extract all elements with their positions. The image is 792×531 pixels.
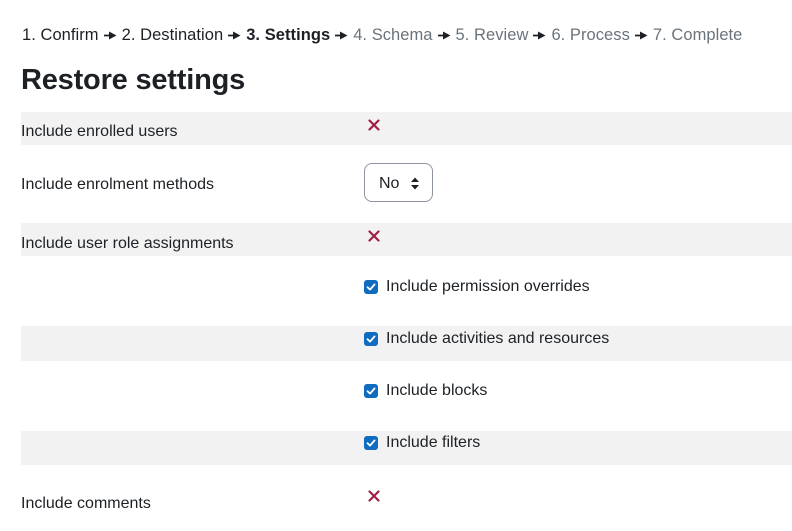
flag-arrow-icon	[103, 26, 117, 45]
checkmark-icon	[366, 439, 376, 447]
sort-arrows-icon	[411, 177, 419, 190]
step-destination: 2. Destination	[121, 26, 224, 44]
setting-row-enrolment-methods: Include enrolment methods No	[21, 162, 792, 206]
cross-icon	[368, 119, 380, 131]
flag-arrow-icon	[228, 26, 241, 45]
setting-row-enrolled-users: Include enrolled users	[21, 112, 792, 145]
filters-checkbox[interactable]	[364, 436, 378, 450]
setting-label: Include enrolment methods	[21, 176, 214, 193]
step-schema: 4. Schema	[353, 26, 433, 44]
restore-page: 1. Confirm 2. Destination 3. Settings 4. Sc…	[0, 0, 792, 531]
checkbox-label[interactable]: Include filters	[386, 434, 480, 452]
setting-row-comments: Include comments	[21, 483, 792, 523]
setting-row-blocks: Include blocks	[21, 378, 792, 411]
step-confirm: 1. Confirm	[22, 26, 99, 44]
flag-arrow-icon	[437, 26, 451, 45]
activities-checkbox[interactable]	[364, 332, 378, 346]
step-settings: 3. Settings	[246, 26, 331, 44]
step-review: 5. Review	[455, 26, 529, 44]
flag-arrow-icon	[533, 26, 546, 45]
page-title: Restore settings	[21, 64, 246, 96]
checkbox-label[interactable]: Include activities and resources	[386, 330, 609, 348]
checkbox-label[interactable]: Include permission overrides	[386, 278, 590, 296]
checkbox-label[interactable]: Include blocks	[386, 382, 487, 400]
restore-steps-breadcrumb: 1. Confirm 2. Destination 3. Settings 4. Sc…	[22, 26, 742, 45]
checkmark-icon	[366, 283, 376, 291]
setting-label: Include comments	[21, 495, 151, 512]
select-value: No	[379, 175, 400, 192]
cross-icon	[368, 230, 380, 242]
permission-overrides-checkbox[interactable]	[364, 280, 378, 294]
setting-row-role-assignments: Include user role assignments	[21, 223, 792, 256]
step-process: 6. Process	[551, 26, 630, 44]
setting-label: Include enrolled users	[21, 123, 178, 140]
checkmark-icon	[366, 387, 376, 395]
flag-arrow-icon	[335, 26, 348, 45]
cross-icon	[368, 490, 380, 502]
blocks-checkbox[interactable]	[364, 384, 378, 398]
setting-label: Include user role assignments	[21, 235, 234, 252]
setting-row-filters: Include filters	[21, 431, 792, 465]
step-complete: 7. Complete	[652, 26, 743, 44]
enrolment-methods-select[interactable]: No	[364, 163, 433, 202]
setting-row-permission-overrides: Include permission overrides	[21, 273, 792, 306]
flag-arrow-icon	[634, 26, 648, 45]
checkmark-icon	[366, 335, 376, 343]
setting-row-activities: Include activities and resources	[21, 326, 792, 361]
